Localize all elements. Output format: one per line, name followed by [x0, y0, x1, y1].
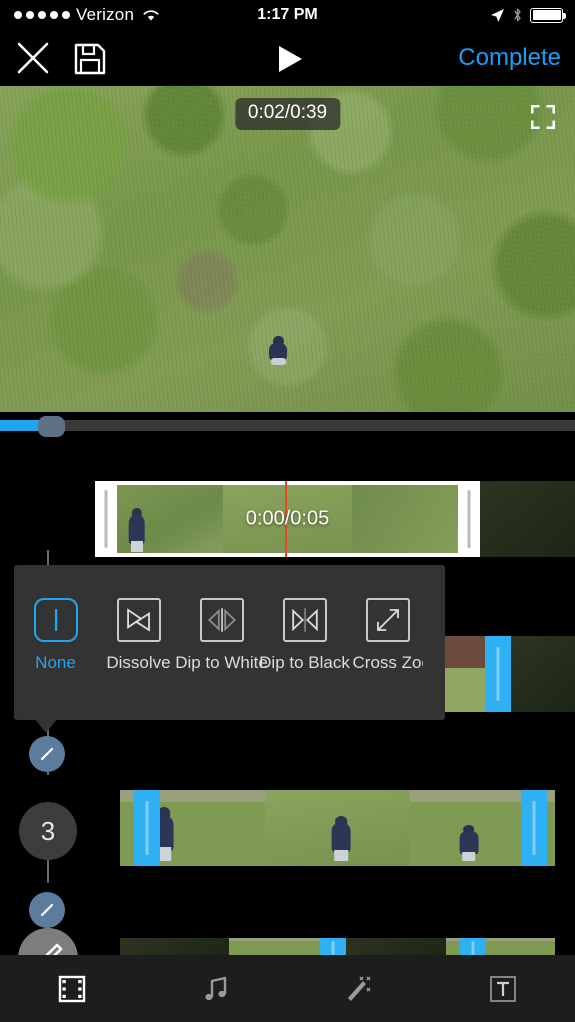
clip-filmstrip	[120, 790, 555, 866]
preview-timecode: 0:02/0:39	[234, 98, 341, 130]
music-note-icon	[201, 974, 231, 1004]
timeline-clip-next[interactable]	[480, 481, 575, 557]
transition-options-list[interactable]: None Dissolve Dip to White Dip to Black …	[14, 565, 445, 720]
transition-dissolve-icon	[116, 598, 161, 642]
trim-handle-left[interactable]	[95, 481, 117, 557]
film-strip-icon	[57, 974, 87, 1004]
transition-dip-black-icon	[282, 598, 327, 642]
transition-option-dissolve[interactable]: Dissolve	[97, 598, 180, 673]
scrubber-track[interactable]	[0, 420, 575, 431]
magic-wand-icon	[344, 974, 374, 1004]
transition-cross-zoom-icon	[365, 598, 410, 642]
transition-option-label: Dip to Black	[259, 653, 350, 672]
transition-option-label: Dip to White	[175, 653, 268, 672]
status-bar-clock: 1:17 PM	[257, 6, 318, 23]
timeline-clip-3[interactable]	[120, 790, 555, 866]
tab-effects[interactable]	[288, 955, 432, 1022]
transition-none-icon	[33, 598, 78, 642]
timeline-clip-4[interactable]	[120, 938, 555, 955]
status-bar: Verizon 1:17 PM	[0, 0, 575, 30]
save-floppy-icon[interactable]	[72, 41, 108, 77]
location-arrow-icon	[490, 8, 505, 23]
transition-node-upper[interactable]	[29, 736, 65, 772]
transition-option-label: None	[35, 653, 76, 672]
trim-handle-right[interactable]	[521, 790, 547, 866]
transition-dip-white-icon	[199, 598, 244, 642]
bluetooth-icon	[512, 7, 523, 23]
video-preview[interactable]: 0:02/0:39	[0, 86, 575, 412]
playhead-marker	[285, 481, 287, 557]
trim-handle-right[interactable]	[458, 481, 480, 557]
timeline-clip-selected[interactable]: 0:00/0:05	[95, 481, 480, 557]
status-bar-right	[490, 0, 566, 30]
complete-button[interactable]: Complete	[458, 38, 561, 78]
trim-handle-left[interactable]	[485, 636, 511, 712]
trim-handle-right[interactable]	[460, 938, 486, 955]
transition-picker-popup[interactable]: None Dissolve Dip to White Dip to Black …	[14, 565, 445, 720]
scrubber-handle[interactable]	[38, 416, 65, 437]
transition-option-dip-to-white[interactable]: Dip to White	[175, 598, 268, 673]
transition-option-cross-zoom[interactable]: Cross Zoom	[346, 598, 429, 673]
trim-handle-left[interactable]	[134, 790, 160, 866]
transition-option-none[interactable]: None	[14, 598, 97, 673]
transition-option-dip-to-black[interactable]: Dip to Black	[259, 598, 350, 673]
top-toolbar: Complete	[0, 30, 575, 86]
scrubber-progress-fill	[0, 420, 40, 431]
clip-number-badge[interactable]: 3	[19, 802, 77, 860]
clip-filmstrip	[95, 481, 480, 557]
bottom-tab-bar[interactable]	[0, 955, 575, 1022]
edit-clip-button[interactable]	[18, 928, 78, 955]
timeline-scrubber[interactable]	[0, 412, 575, 438]
text-t-icon	[488, 974, 518, 1004]
clip-number-label: 3	[40, 815, 56, 846]
transition-option-label: Dissolve	[106, 653, 171, 672]
fullscreen-expand-icon[interactable]	[531, 105, 555, 129]
tab-video[interactable]	[0, 955, 144, 1022]
play-triangle-icon[interactable]	[272, 43, 308, 75]
trim-handle-left[interactable]	[320, 938, 346, 955]
transition-node-lower[interactable]	[29, 892, 65, 928]
tab-text[interactable]	[431, 955, 575, 1022]
close-x-icon[interactable]	[14, 39, 52, 77]
transition-option-label: Cross Zoom	[352, 653, 423, 672]
timeline-clip-behind-popup[interactable]	[445, 636, 575, 712]
preview-subject	[266, 336, 290, 368]
battery-icon	[530, 7, 566, 23]
tab-audio[interactable]	[144, 955, 288, 1022]
